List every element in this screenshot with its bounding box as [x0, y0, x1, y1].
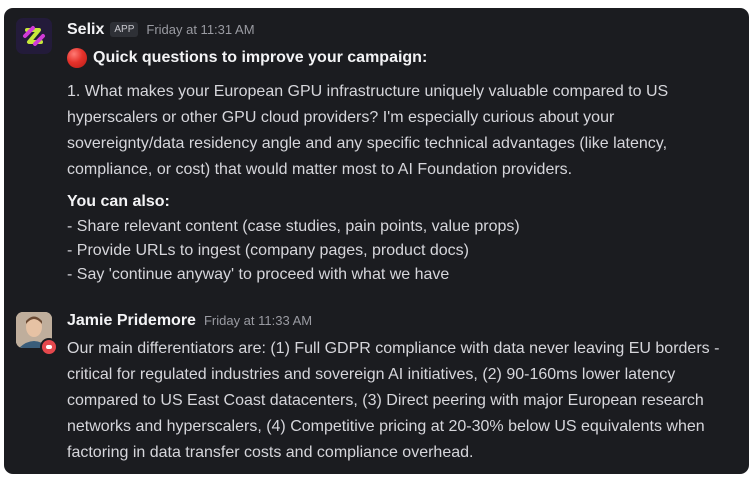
- message-body: Our main differentiators are: (1) Full G…: [67, 340, 720, 461]
- message-header: Jamie Pridemore Friday at 11:33 AM: [67, 312, 735, 334]
- list-item: - Provide URLs to ingest (company pages,…: [67, 242, 469, 259]
- slack-thread: Selix APP Friday at 11:31 AM Quick quest…: [4, 8, 749, 474]
- heading-text: Quick questions to improve your campaign…: [93, 49, 428, 66]
- list-item: - Say 'continue anyway' to proceed with …: [67, 266, 450, 283]
- selix-logo-icon[interactable]: [16, 18, 52, 54]
- sender-name[interactable]: Selix: [67, 21, 104, 39]
- also-title: You can also:: [67, 193, 170, 210]
- message-heading: Quick questions to improve your campaign…: [67, 45, 735, 71]
- sender-name[interactable]: Jamie Pridemore: [67, 312, 196, 330]
- app-badge: APP: [110, 22, 139, 37]
- message-header: Selix APP Friday at 11:31 AM: [67, 21, 735, 43]
- question-text: 1. What makes your European GPU infrastr…: [67, 83, 669, 178]
- message-timestamp[interactable]: Friday at 11:33 AM: [204, 313, 312, 328]
- message-timestamp[interactable]: Friday at 11:31 AM: [146, 22, 254, 37]
- status-icon: [40, 338, 58, 356]
- red-circle-icon: [67, 48, 87, 68]
- list-item: - Share relevant content (case studies, …: [67, 218, 520, 235]
